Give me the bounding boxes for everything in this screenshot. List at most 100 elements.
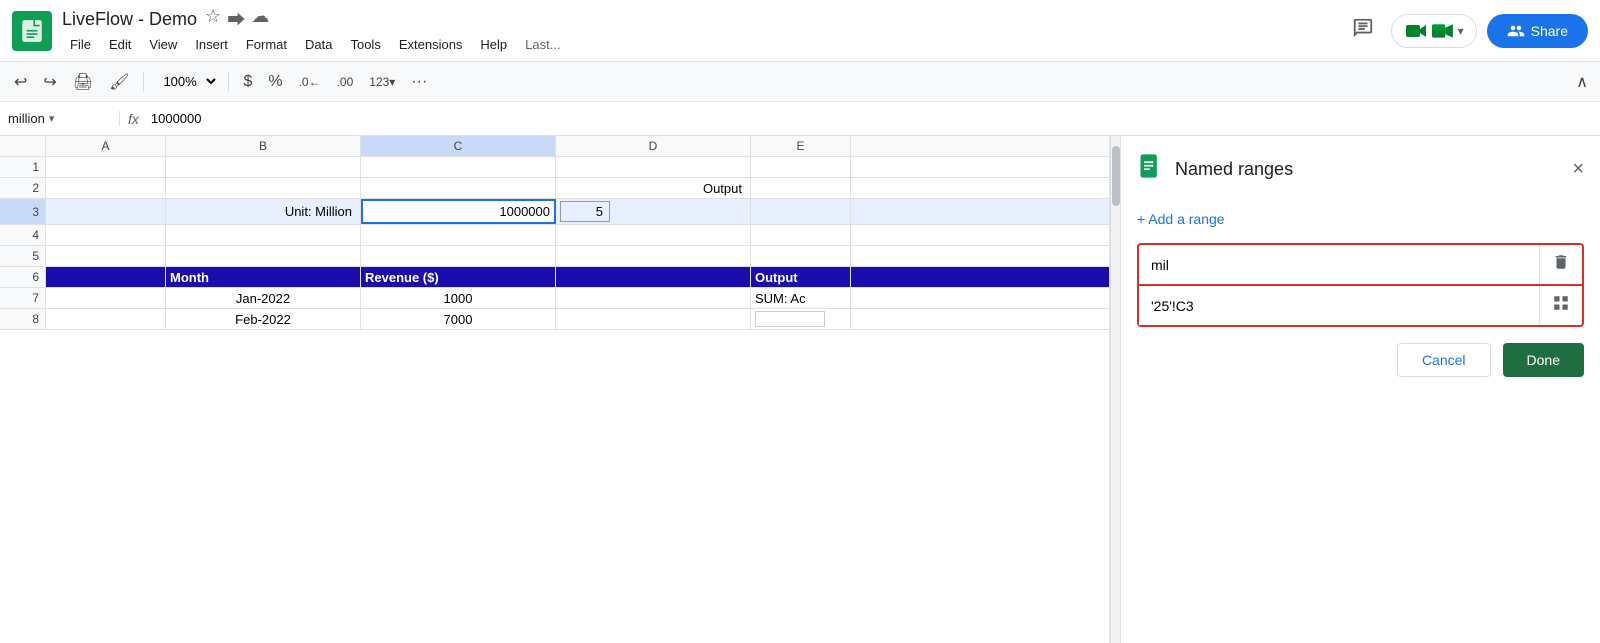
col-header-c[interactable]: C bbox=[361, 136, 556, 156]
cell-c4[interactable] bbox=[361, 225, 556, 245]
cell-d7[interactable] bbox=[556, 288, 751, 308]
col-header-b[interactable]: B bbox=[166, 136, 361, 156]
cell-name: million bbox=[8, 111, 45, 126]
cell-a4[interactable] bbox=[46, 225, 166, 245]
cancel-button[interactable]: Cancel bbox=[1397, 343, 1491, 377]
done-button[interactable]: Done bbox=[1503, 343, 1584, 377]
add-range-label: + Add a range bbox=[1137, 211, 1225, 227]
menu-extensions[interactable]: Extensions bbox=[391, 34, 471, 55]
menu-view[interactable]: View bbox=[141, 34, 185, 55]
cell-e2[interactable] bbox=[751, 178, 851, 198]
cell-b8[interactable]: Feb-2022 bbox=[166, 309, 361, 329]
percent-button[interactable]: % bbox=[262, 69, 288, 95]
cell-b2[interactable] bbox=[166, 178, 361, 198]
cell-e7[interactable]: SUM: Ac bbox=[751, 288, 851, 308]
cell-c1[interactable] bbox=[361, 157, 556, 177]
star-icon[interactable]: ☆ bbox=[205, 6, 221, 32]
column-headers: A B C D E bbox=[0, 136, 1109, 157]
menu-help[interactable]: Help bbox=[472, 34, 515, 55]
cell-d4[interactable] bbox=[556, 225, 751, 245]
add-range-button[interactable]: + Add a range bbox=[1137, 207, 1584, 231]
collapse-toolbar-button[interactable]: ∧ bbox=[1572, 68, 1592, 96]
share-button[interactable]: Share bbox=[1487, 14, 1588, 48]
cell-a1[interactable] bbox=[46, 157, 166, 177]
cell-c5[interactable] bbox=[361, 246, 556, 266]
print-button[interactable]: 🖨 bbox=[67, 68, 99, 96]
meet-chevron[interactable]: ▾ bbox=[1458, 24, 1464, 38]
col-header-a[interactable]: A bbox=[46, 136, 166, 156]
cell-c8[interactable]: 7000 bbox=[361, 309, 556, 329]
cell-b6[interactable]: Month bbox=[166, 267, 361, 287]
cell-b4[interactable] bbox=[166, 225, 361, 245]
cell-e1[interactable] bbox=[751, 157, 851, 177]
cell-d6[interactable] bbox=[556, 267, 751, 287]
cell-e6[interactable]: Output bbox=[751, 267, 851, 287]
more-button[interactable]: ··· bbox=[405, 69, 433, 95]
cell-a7[interactable] bbox=[46, 288, 166, 308]
decimal-less-button[interactable]: .0← bbox=[293, 71, 327, 93]
range-name-input[interactable] bbox=[1139, 245, 1539, 284]
row-num-3: 3 bbox=[0, 199, 46, 224]
fx-area: fx bbox=[120, 111, 147, 127]
cell-c6[interactable]: Revenue ($) bbox=[361, 267, 556, 287]
meet-button[interactable]: ▾ bbox=[1391, 14, 1477, 48]
cell-d3[interactable]: 5 bbox=[556, 199, 751, 224]
cell-b3[interactable]: Unit: Million bbox=[166, 199, 361, 224]
folder-icon[interactable]: ⮕ bbox=[227, 6, 245, 32]
cell-a6[interactable] bbox=[46, 267, 166, 287]
cell-b7[interactable]: Jan-2022 bbox=[166, 288, 361, 308]
range-cell-input[interactable] bbox=[1139, 286, 1539, 325]
cell-e5[interactable] bbox=[751, 246, 851, 266]
cell-name-chevron[interactable]: ▾ bbox=[49, 112, 55, 125]
menu-edit[interactable]: Edit bbox=[101, 34, 139, 55]
table-row: 2 Output bbox=[0, 178, 1109, 199]
panel-title: Named ranges bbox=[1175, 159, 1562, 180]
comments-button[interactable] bbox=[1345, 13, 1381, 49]
cell-e3[interactable] bbox=[751, 199, 851, 224]
cell-b1[interactable] bbox=[166, 157, 361, 177]
currency-button[interactable]: $ bbox=[237, 69, 258, 95]
cell-a5[interactable] bbox=[46, 246, 166, 266]
more-formats-button[interactable]: 123▾ bbox=[363, 71, 401, 93]
cloud-icon[interactable]: ☁ bbox=[251, 6, 269, 32]
cell-d1[interactable] bbox=[556, 157, 751, 177]
cell-c2[interactable] bbox=[361, 178, 556, 198]
range-name-delete-button[interactable] bbox=[1539, 245, 1582, 284]
cell-e4[interactable] bbox=[751, 225, 851, 245]
cell-a2[interactable] bbox=[46, 178, 166, 198]
cell-a8[interactable] bbox=[46, 309, 166, 329]
sheet-container: A B C D E 1 2 Output bbox=[0, 136, 1600, 643]
menu-tools[interactable]: Tools bbox=[342, 34, 388, 55]
cell-e8[interactable] bbox=[751, 309, 851, 329]
cell-a3[interactable] bbox=[46, 199, 166, 224]
row-num-6: 6 bbox=[0, 267, 46, 287]
redo-button[interactable]: ↪ bbox=[37, 68, 62, 96]
title-area: LiveFlow - Demo ☆ ⮕ ☁ File Edit View Ins… bbox=[62, 6, 1335, 55]
row-num-1: 1 bbox=[0, 157, 46, 177]
col-header-e[interactable]: E bbox=[751, 136, 851, 156]
panel-close-button[interactable]: × bbox=[1572, 158, 1584, 181]
undo-button[interactable]: ↩ bbox=[8, 68, 33, 96]
cell-d2[interactable]: Output bbox=[556, 178, 751, 198]
col-header-d[interactable]: D bbox=[556, 136, 751, 156]
table-row: 8 Feb-2022 7000 bbox=[0, 309, 1109, 330]
decimal-more-button[interactable]: .00 bbox=[331, 71, 360, 93]
row-num-4: 4 bbox=[0, 225, 46, 245]
menu-format[interactable]: Format bbox=[238, 34, 295, 55]
cell-b5[interactable] bbox=[166, 246, 361, 266]
menu-last[interactable]: Last... bbox=[517, 34, 568, 55]
menu-data[interactable]: Data bbox=[297, 34, 340, 55]
cell-d5[interactable] bbox=[556, 246, 751, 266]
cell-d8[interactable] bbox=[556, 309, 751, 329]
scroll-track[interactable] bbox=[1110, 136, 1120, 643]
cell-c7[interactable]: 1000 bbox=[361, 288, 556, 308]
menu-file[interactable]: File bbox=[62, 34, 99, 55]
menu-insert[interactable]: Insert bbox=[187, 34, 236, 55]
zoom-select[interactable]: 100% 75% 50% 125% 150% bbox=[152, 69, 220, 94]
toolbar-divider-1 bbox=[143, 72, 144, 92]
cell-c3[interactable]: 1000000 bbox=[361, 199, 556, 224]
range-grid-button[interactable] bbox=[1539, 286, 1582, 325]
formula-input[interactable] bbox=[147, 111, 1600, 126]
scroll-thumb[interactable] bbox=[1112, 146, 1120, 206]
paint-format-button[interactable]: 🖌 bbox=[103, 68, 135, 96]
